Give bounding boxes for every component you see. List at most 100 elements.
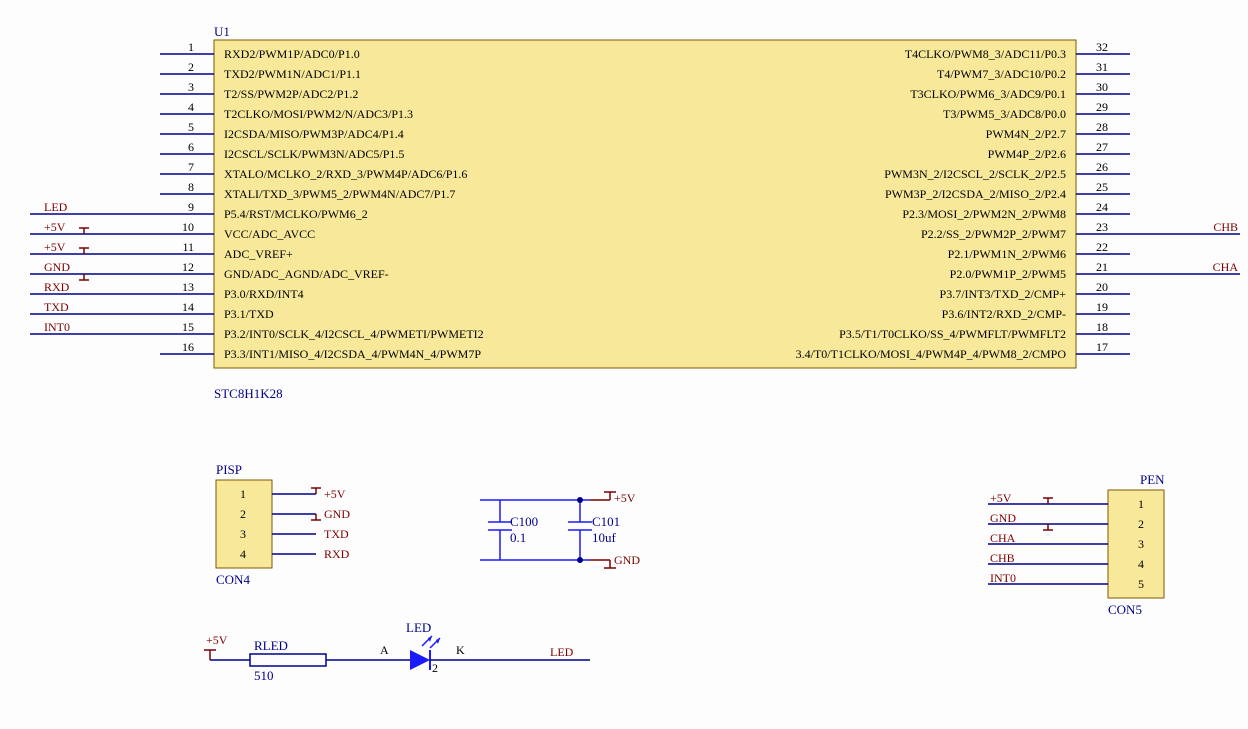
u1-pinnum-31: 31	[1096, 60, 1108, 74]
u1-pinnum-7: 7	[188, 160, 194, 174]
u1-pinnum-6: 6	[188, 140, 194, 154]
net-chb: CHB	[1213, 220, 1238, 234]
net-txd: TXD	[44, 300, 69, 314]
u1-pinnum-11: 11	[182, 240, 194, 254]
c100-val: 0.1	[510, 530, 526, 545]
u1-pinnum-2: 2	[188, 60, 194, 74]
u1-pinname-25: PWM3P_2/I2CSDA_2/MISO_2/P2.4	[885, 187, 1066, 201]
u1-pinnum-13: 13	[182, 280, 194, 294]
c101-ref: C101	[592, 514, 620, 529]
con4-net-1: +5V	[324, 487, 346, 501]
u1-pinnum-14: 14	[182, 300, 194, 314]
u1-pinnum-17: 17	[1096, 340, 1108, 354]
u1-pinnum-5: 5	[188, 120, 194, 134]
net-cha: CHA	[1213, 260, 1239, 274]
caps-top-net: +5V	[614, 491, 636, 505]
led-5v: +5V	[206, 633, 228, 647]
u1-pinname-16: P3.3/INT1/MISO_4/I2CSDA_4/PWM4N_4/PWM7P	[224, 347, 481, 361]
con4-pin-3: 3	[240, 527, 246, 541]
u1-pinname-18: P3.5/T1/T0CLKO/SS_4/PWMFLT/PWMFLT2	[839, 327, 1066, 341]
u1-pinname-3: T2/SS/PWM2P/ADC2/P1.2	[224, 87, 358, 101]
led-net: LED	[550, 645, 574, 659]
u1-pinname-32: T4CLKO/PWM8_3/ADC11/P0.3	[905, 47, 1066, 61]
u1-part: STC8H1K28	[214, 386, 283, 401]
con4-net-2: GND	[324, 507, 350, 521]
u1-pinnum-8: 8	[188, 180, 194, 194]
u1-pinname-5: I2CSDA/MISO/PWM3P/ADC4/P1.4	[224, 127, 404, 141]
u1-pinnum-19: 19	[1096, 300, 1108, 314]
con4-net-3: TXD	[324, 527, 349, 541]
u1-pinname-8: XTALI/TXD_3/PWM5_2/PWM4N/ADC7/P1.7	[224, 187, 455, 201]
u1-pinname-22: P2.1/PWM1N_2/PWM6	[948, 247, 1066, 261]
u1-pinname-14: P3.1/TXD	[224, 307, 274, 321]
con5-net-4: CHB	[990, 551, 1015, 565]
led-cathode: K	[456, 643, 465, 657]
net-int0: INT0	[44, 320, 70, 334]
u1-pinnum-15: 15	[182, 320, 194, 334]
con5-net-3: CHA	[990, 531, 1016, 545]
con4-pin-4: 4	[240, 547, 246, 561]
u1-pinnum-10: 10	[182, 220, 194, 234]
u1-pinnum-25: 25	[1096, 180, 1108, 194]
con5-pin-1: 1	[1138, 497, 1144, 511]
net-gnd: GND	[44, 260, 70, 274]
u1-pinnum-29: 29	[1096, 100, 1108, 114]
con5-net-2: GND	[990, 511, 1016, 525]
u1-pinname-7: XTALO/MCLKO_2/RXD_3/PWM4P/ADC6/P1.6	[224, 167, 467, 181]
led-pin2: 2	[432, 661, 438, 675]
u1-pinnum-30: 30	[1096, 80, 1108, 94]
caps-bot-net: GND	[614, 553, 640, 567]
u1-pinnum-18: 18	[1096, 320, 1108, 334]
u1-pinname-27: PWM4P_2/P2.6	[988, 147, 1066, 161]
u1-pinnum-27: 27	[1096, 140, 1108, 154]
con5-component: PEN CON5 1+5V2GND3CHA4CHB5INT0	[988, 472, 1165, 617]
u1-pinnum-20: 20	[1096, 280, 1108, 294]
u1-pinnum-26: 26	[1096, 160, 1108, 174]
led-ref: LED	[406, 620, 431, 635]
u1-ref: U1	[214, 24, 230, 39]
u1-pinnum-32: 32	[1096, 40, 1108, 54]
u1-pinname-9: P5.4/RST/MCLKO/PWM6_2	[224, 207, 368, 221]
caps-block: C100 0.1 C101 10uf +5V GND	[480, 491, 640, 568]
net-+5v: +5V	[44, 220, 66, 234]
u1-component: U1 STC8H1K28 1RXD2/PWM1P/ADC0/P1.02TXD2/…	[30, 24, 1240, 401]
con5-pin-2: 2	[1138, 517, 1144, 531]
led-circuit: +5V RLED 510 A LED 2 K LED	[204, 620, 590, 683]
net-led: LED	[44, 200, 68, 214]
u1-pinnum-3: 3	[188, 80, 194, 94]
u1-pinname-1: RXD2/PWM1P/ADC0/P1.0	[224, 47, 360, 61]
u1-pinnum-16: 16	[182, 340, 194, 354]
con4-component: PISP CON4 1+5V2GND3TXD4RXD	[216, 462, 350, 587]
con5-net-1: +5V	[990, 491, 1012, 505]
con5-pin-4: 4	[1138, 557, 1144, 571]
con5-net-5: INT0	[990, 571, 1016, 585]
u1-pinname-10: VCC/ADC_AVCC	[224, 227, 315, 241]
u1-pinnum-24: 24	[1096, 200, 1108, 214]
u1-pinnum-28: 28	[1096, 120, 1108, 134]
u1-pinname-13: P3.0/RXD/INT4	[224, 287, 304, 301]
u1-pinname-19: P3.6/INT2/RXD_2/CMP-	[942, 307, 1066, 321]
u1-pinnum-22: 22	[1096, 240, 1108, 254]
u1-pinname-2: TXD2/PWM1N/ADC1/P1.1	[224, 67, 361, 81]
u1-pinname-21: P2.0/PWM1P_2/PWM5	[950, 267, 1066, 281]
u1-pinnum-21: 21	[1096, 260, 1108, 274]
con5-part: CON5	[1108, 602, 1142, 617]
u1-pinname-28: PWM4N_2/P2.7	[986, 127, 1066, 141]
u1-pinname-20: P3.7/INT3/TXD_2/CMP+	[940, 287, 1067, 301]
u1-pinname-31: T4/PWM7_3/ADC10/P0.2	[937, 67, 1066, 81]
con4-ref: PISP	[216, 462, 242, 477]
u1-pinname-11: ADC_VREF+	[224, 247, 293, 261]
net-rxd: RXD	[44, 280, 70, 294]
con4-net-4: RXD	[324, 547, 350, 561]
con4-part: CON4	[216, 572, 250, 587]
u1-pinname-30: T3CLKO/PWM6_3/ADC9/P0.1	[910, 87, 1066, 101]
con5-ref: PEN	[1140, 472, 1165, 487]
rled-ref: RLED	[254, 638, 288, 653]
u1-pinnum-9: 9	[188, 200, 194, 214]
c101-val: 10uf	[592, 530, 617, 545]
u1-pinname-29: T3/PWM5_3/ADC8/P0.0	[943, 107, 1066, 121]
u1-pinnum-4: 4	[188, 100, 194, 114]
u1-pinnum-23: 23	[1096, 220, 1108, 234]
u1-pinname-26: PWM3N_2/I2CSCL_2/SCLK_2/P2.5	[884, 167, 1066, 181]
net-+5v: +5V	[44, 240, 66, 254]
